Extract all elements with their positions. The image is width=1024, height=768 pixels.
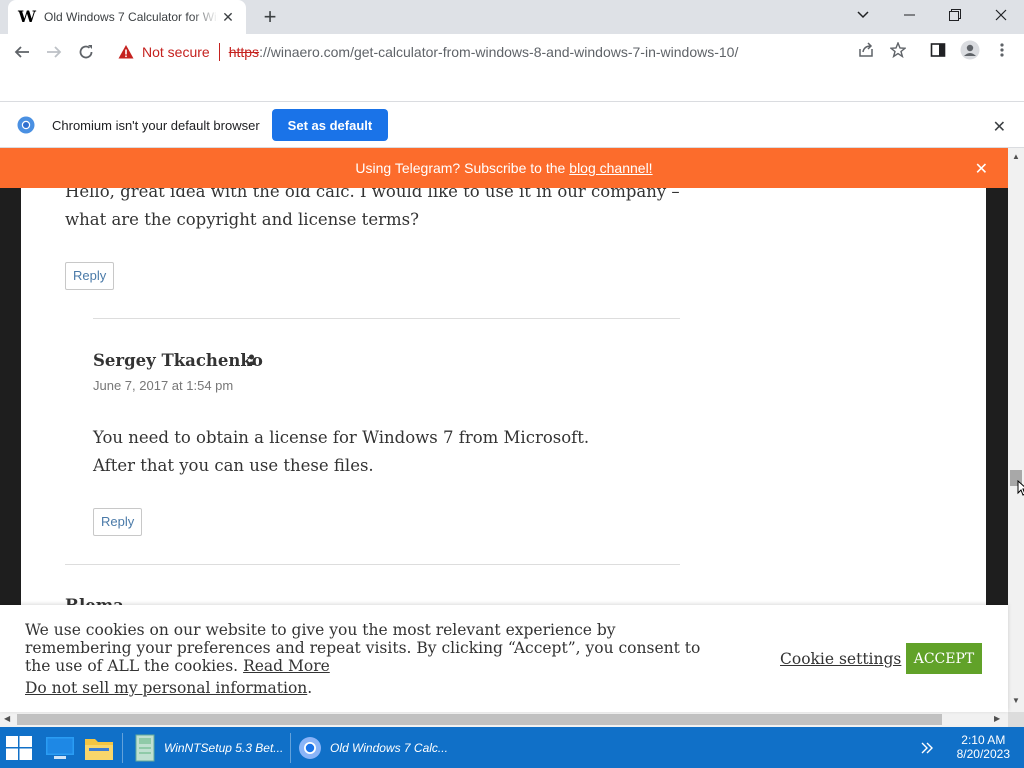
- scrollbar-corner: [1008, 712, 1024, 727]
- double-chevron-icon: [921, 742, 933, 753]
- do-not-sell-link[interactable]: Do not sell my personal information: [25, 679, 307, 697]
- mouse-cursor-icon: [1017, 480, 1024, 496]
- clock-time: 2:10 AM: [961, 733, 1006, 747]
- do-not-sell-suffix: .: [307, 679, 313, 697]
- menu-kebab-icon[interactable]: [992, 40, 1012, 60]
- reply-button[interactable]: Reply: [93, 508, 143, 536]
- share-icon[interactable]: [856, 40, 876, 60]
- cookie-banner: We use cookies on our website to give yo…: [0, 605, 1008, 712]
- horizontal-scroll-thumb[interactable]: [17, 714, 942, 725]
- comment-text-line: what are the copyright and license terms…: [65, 210, 419, 229]
- taskbar-item-winntsetup[interactable]: WinNTSetup 5.3 Bet...: [134, 727, 283, 768]
- address-bar[interactable]: Not secure https://winaero.com/get-calcu…: [108, 37, 922, 67]
- reload-icon[interactable]: [74, 40, 98, 64]
- windows-logo-icon: [6, 735, 32, 760]
- telegram-close-icon[interactable]: ✕: [975, 159, 988, 179]
- side-panel-icon[interactable]: [928, 40, 948, 60]
- taskbar-item-label: Old Windows 7 Calc...: [330, 740, 448, 755]
- url-text[interactable]: https://winaero.com/get-calculator-from-…: [229, 44, 739, 60]
- chromium-logo-icon: [17, 116, 35, 134]
- default-browser-infobar: Chromium isn't your default browser Set …: [0, 103, 1024, 148]
- author-user-icon: [247, 354, 256, 365]
- telegram-banner-text: Using Telegram? Subscribe to the: [355, 160, 566, 176]
- window-close-icon[interactable]: [978, 0, 1024, 30]
- back-arrow-icon[interactable]: [10, 40, 34, 64]
- browser-toolbar: Not secure https://winaero.com/get-calcu…: [0, 34, 1024, 70]
- forward-arrow-icon[interactable]: [42, 40, 66, 64]
- omnibox-divider: [218, 43, 220, 61]
- scroll-left-arrow-icon[interactable]: ◀: [4, 714, 10, 723]
- browser-tab[interactable]: W Old Windows 7 Calculator for Windows 1…: [8, 0, 246, 34]
- infobar-message: Chromium isn't your default browser: [52, 117, 260, 133]
- tab-close-icon[interactable]: ✕: [220, 9, 236, 25]
- file-explorer-button[interactable]: [85, 727, 113, 768]
- restore-icon[interactable]: [932, 0, 978, 30]
- comment-date[interactable]: June 7, 2017 at 1:54 pm: [93, 378, 233, 393]
- system-clock[interactable]: 2:10 AM 8/20/2023: [957, 733, 1010, 761]
- clock-date: 8/20/2023: [956, 747, 1010, 761]
- taskbar-separator: [122, 733, 123, 763]
- scroll-right-arrow-icon[interactable]: ▶: [994, 714, 1000, 723]
- monitor-icon: [46, 736, 74, 759]
- tab-title: Old Windows 7 Calculator for Windows 10: [44, 10, 218, 24]
- desktop-app-button[interactable]: [46, 727, 74, 768]
- tab-strip: W Old Windows 7 Calculator for Windows 1…: [0, 0, 1024, 34]
- comment-author[interactable]: Sergey Tkachenko: [93, 351, 263, 370]
- comment-text-line: After that you can use these files.: [93, 456, 374, 475]
- comment-text-line: You need to obtain a license for Windows…: [93, 428, 590, 447]
- winntsetup-icon: [135, 734, 155, 761]
- accept-cookies-button[interactable]: ACCEPT: [906, 643, 982, 674]
- chromium-taskbar-icon: [299, 736, 321, 759]
- new-tab-plus-icon[interactable]: +: [258, 6, 282, 30]
- taskbar-separator: [290, 733, 291, 763]
- infobar-close-icon[interactable]: ✕: [993, 117, 1006, 137]
- taskbar-item-chromium[interactable]: Old Windows 7 Calc...: [298, 727, 448, 768]
- blog-channel-link[interactable]: blog channel!: [569, 160, 652, 176]
- warning-triangle-icon[interactable]: [118, 44, 134, 60]
- comment-divider: [65, 564, 680, 565]
- cookie-message: We use cookies on our website to give yo…: [25, 621, 705, 675]
- read-more-link[interactable]: Read More: [243, 657, 330, 675]
- set-default-button[interactable]: Set as default: [271, 109, 389, 141]
- start-button[interactable]: [6, 727, 32, 768]
- do-not-sell-line: Do not sell my personal information.: [25, 679, 312, 697]
- folder-icon: [85, 738, 113, 760]
- not-secure-label[interactable]: Not secure: [142, 44, 210, 60]
- url-path: ://winaero.com/get-calculator-from-windo…: [259, 44, 739, 60]
- reply-button[interactable]: Reply: [65, 262, 115, 290]
- tab-search-chevron-icon[interactable]: [840, 0, 886, 30]
- toolbar-spacer: [0, 70, 1024, 102]
- cookie-settings-link[interactable]: Cookie settings: [780, 650, 901, 668]
- scroll-down-arrow-icon[interactable]: ▼: [1012, 696, 1020, 705]
- telegram-banner: Using Telegram? Subscribe to the blog ch…: [0, 148, 1008, 188]
- windows-taskbar: WinNTSetup 5.3 Bet... Old Windows 7 Calc…: [0, 727, 1024, 768]
- profile-avatar-icon[interactable]: [960, 40, 980, 60]
- scroll-up-arrow-icon[interactable]: ▲: [1012, 152, 1020, 161]
- winaero-favicon-icon: W: [18, 7, 36, 26]
- show-hidden-icons-chevron[interactable]: [920, 727, 934, 768]
- comment-divider: [93, 318, 680, 319]
- vertical-scrollbar[interactable]: ▲ ▼: [1008, 148, 1024, 712]
- url-scheme: https: [228, 44, 260, 60]
- minimize-icon[interactable]: [886, 0, 932, 30]
- taskbar-item-label: WinNTSetup 5.3 Bet...: [164, 740, 284, 755]
- bookmark-star-icon[interactable]: [888, 40, 908, 60]
- cookie-message-text: We use cookies on our website to give yo…: [25, 621, 701, 675]
- horizontal-scrollbar[interactable]: ◀ ▶: [0, 712, 1008, 727]
